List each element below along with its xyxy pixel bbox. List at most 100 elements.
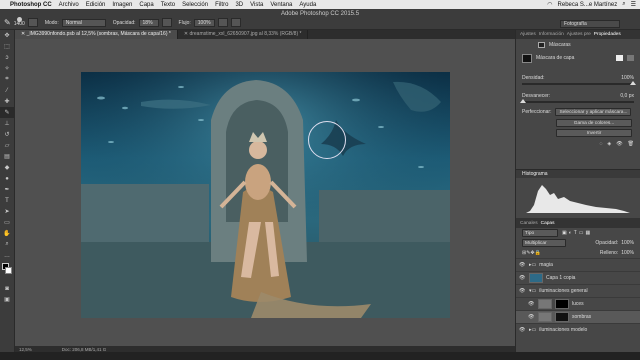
density-thumb[interactable] [630, 81, 636, 85]
density-slider[interactable] [522, 81, 636, 85]
vector-mask-icon[interactable] [627, 55, 634, 61]
eyedropper-tool-icon[interactable]: ⁄ [0, 85, 14, 96]
tab-document-2[interactable]: ✕ dreamstime_xxl_62650907.jpg al 8,33% (… [178, 30, 309, 39]
marquee-tool-icon[interactable]: ⬚ [0, 41, 14, 52]
filter-icons[interactable]: ▣◐T▭▦ [562, 230, 592, 236]
feather-value[interactable]: 0,0 px [620, 93, 634, 99]
quick-mask-icon[interactable]: ◙ [0, 283, 14, 294]
blur-tool-icon[interactable]: ◆ [0, 162, 14, 173]
histogram-header[interactable]: Histograma [516, 169, 640, 178]
model-head [249, 141, 267, 159]
menu-vista[interactable]: Vista [250, 2, 263, 8]
pixel-mask-icon[interactable] [616, 55, 623, 61]
menu-seleccion[interactable]: Selección [182, 2, 208, 8]
tab-capas[interactable]: Capas [541, 221, 555, 226]
layer-row[interactable]: 👁 ▸▭ magia [516, 258, 640, 271]
more-tools-icon[interactable]: … [0, 250, 14, 261]
zoom-tool-icon[interactable]: ⌕ [0, 239, 14, 250]
feather-thumb[interactable] [520, 99, 526, 103]
invert-button[interactable]: Invertir [556, 129, 632, 137]
layer-row[interactable]: 👁 ▸▭ iluminaciones modelo [516, 323, 640, 336]
type-tool-icon[interactable]: T [0, 195, 14, 206]
airbrush-icon[interactable] [217, 18, 228, 27]
quick-select-tool-icon[interactable]: ✧ [0, 63, 14, 74]
tab-canales[interactable]: Canales [520, 221, 538, 226]
eye-icon[interactable]: 👁 [519, 275, 526, 281]
visibility-icon[interactable]: 👁 [616, 141, 622, 147]
dodge-tool-icon[interactable]: ● [0, 173, 14, 184]
eye-icon[interactable]: 👁 [519, 262, 526, 268]
move-tool-icon[interactable]: ✥ [0, 30, 14, 41]
color-range-button[interactable]: Gama de colores... [556, 119, 632, 127]
gradient-tool-icon[interactable]: ▤ [0, 151, 14, 162]
load-selection-icon[interactable]: ◌ [599, 141, 602, 147]
layer-opacity-value[interactable]: 100% [621, 240, 634, 246]
mode-select[interactable]: Normal [61, 19, 106, 27]
fill-value[interactable]: 100% [621, 250, 634, 256]
crop-tool-icon[interactable]: ⌗ [0, 74, 14, 85]
flow-field[interactable]: 100% [193, 18, 215, 27]
tab-label: _IMG3990nfondo.psb al 12,5% (sombras, Má… [26, 31, 171, 37]
document-tabs: ✕ _IMG3990nfondo.psb al 12,5% (sombras, … [15, 30, 515, 39]
eraser-tool-icon[interactable]: ▱ [0, 140, 14, 151]
pressure-size-icon[interactable] [230, 18, 241, 27]
menu-filtro[interactable]: Filtro [215, 2, 228, 8]
color-swatches[interactable] [0, 263, 14, 283]
lock-icons[interactable]: ⊞✎✥🔒 [522, 250, 541, 256]
eye-icon[interactable]: 👁 [519, 327, 526, 333]
blend-mode-select[interactable]: Multiplicar [522, 239, 566, 247]
tab-ajustes[interactable]: Ajustes [520, 32, 536, 37]
opacity-field[interactable]: 18% [138, 18, 159, 27]
brush-tool-icon[interactable]: ✎ [4, 18, 11, 27]
brush-preset-picker[interactable]: 1400 [14, 17, 25, 27]
hand-tool-icon[interactable]: ✋ [0, 228, 14, 239]
clone-stamp-tool-icon[interactable]: ⊥ [0, 118, 14, 129]
artwork-image[interactable] [81, 72, 450, 318]
eye-icon[interactable]: 👁 [528, 314, 535, 320]
healing-tool-icon[interactable]: ✚ [0, 96, 14, 107]
histogram-panel [516, 178, 640, 218]
screen-mode-icon[interactable]: ▣ [0, 294, 14, 305]
tab-document-1[interactable]: ✕ _IMG3990nfondo.psb al 12,5% (sombras, … [15, 30, 178, 39]
menu-capa[interactable]: Capa [139, 2, 153, 8]
apply-mask-icon[interactable]: ◈ [607, 141, 611, 147]
lasso-tool-icon[interactable]: ↄ [0, 52, 14, 63]
brush-panel-icon[interactable] [27, 17, 38, 27]
menu-3d[interactable]: 3D [235, 2, 243, 8]
select-and-mask-button[interactable]: Seleccionar y aplicar máscara... [555, 108, 632, 116]
tab-informacion[interactable]: Información [539, 32, 564, 37]
pressure-opacity-icon[interactable] [161, 18, 172, 27]
canvas-area[interactable] [15, 39, 515, 346]
layer-row[interactable]: 👁 sombras [516, 310, 640, 323]
menu-ayuda[interactable]: Ayuda [299, 2, 316, 8]
shape-tool-icon[interactable]: ▭ [0, 217, 14, 228]
layer-row[interactable]: 👁 Capa 1 copia [516, 271, 640, 284]
workspace-select[interactable]: Fotografía [560, 20, 620, 28]
search-icon[interactable]: ⌕ [622, 1, 625, 8]
brush-tool-icon[interactable]: ✎ [0, 107, 14, 118]
user-menu[interactable]: Rebeca S...e Martínez [558, 2, 618, 8]
history-brush-tool-icon[interactable]: ↺ [0, 129, 14, 140]
eye-icon[interactable]: 👁 [519, 288, 526, 294]
layer-row[interactable]: 👁 ▾▭ iluminaciones general [516, 284, 640, 297]
list-icon[interactable]: ☰ [631, 1, 636, 8]
layer-filter-select[interactable]: Tipo [522, 229, 558, 237]
menu-edicion[interactable]: Edición [86, 2, 106, 8]
menu-ventana[interactable]: Ventana [270, 2, 292, 8]
menu-texto[interactable]: Texto [161, 2, 175, 8]
tab-ajustes-pre[interactable]: Ajustes pre [567, 32, 591, 37]
delete-icon[interactable]: 🗑 [628, 141, 634, 147]
wifi-icon[interactable]: ◠ [547, 1, 552, 8]
zoom-level[interactable]: 12,5% [19, 347, 32, 352]
eye-icon[interactable]: 👁 [528, 301, 535, 307]
layer-row[interactable]: 👁 luces [516, 297, 640, 310]
menu-archivo[interactable]: Archivo [59, 2, 79, 8]
app-menu[interactable]: Photoshop CC [10, 2, 52, 8]
background-color-swatch[interactable] [5, 267, 12, 274]
path-select-tool-icon[interactable]: ➤ [0, 206, 14, 217]
feather-slider[interactable] [520, 99, 634, 103]
menu-imagen[interactable]: Imagen [112, 2, 132, 8]
tab-propiedades[interactable]: Propiedades [594, 32, 621, 37]
layers-list: 👁 ▸▭ magia 👁 Capa 1 copia 👁 ▾▭ iluminaciones … [516, 258, 640, 336]
pen-tool-icon[interactable]: ✒ [0, 184, 14, 195]
